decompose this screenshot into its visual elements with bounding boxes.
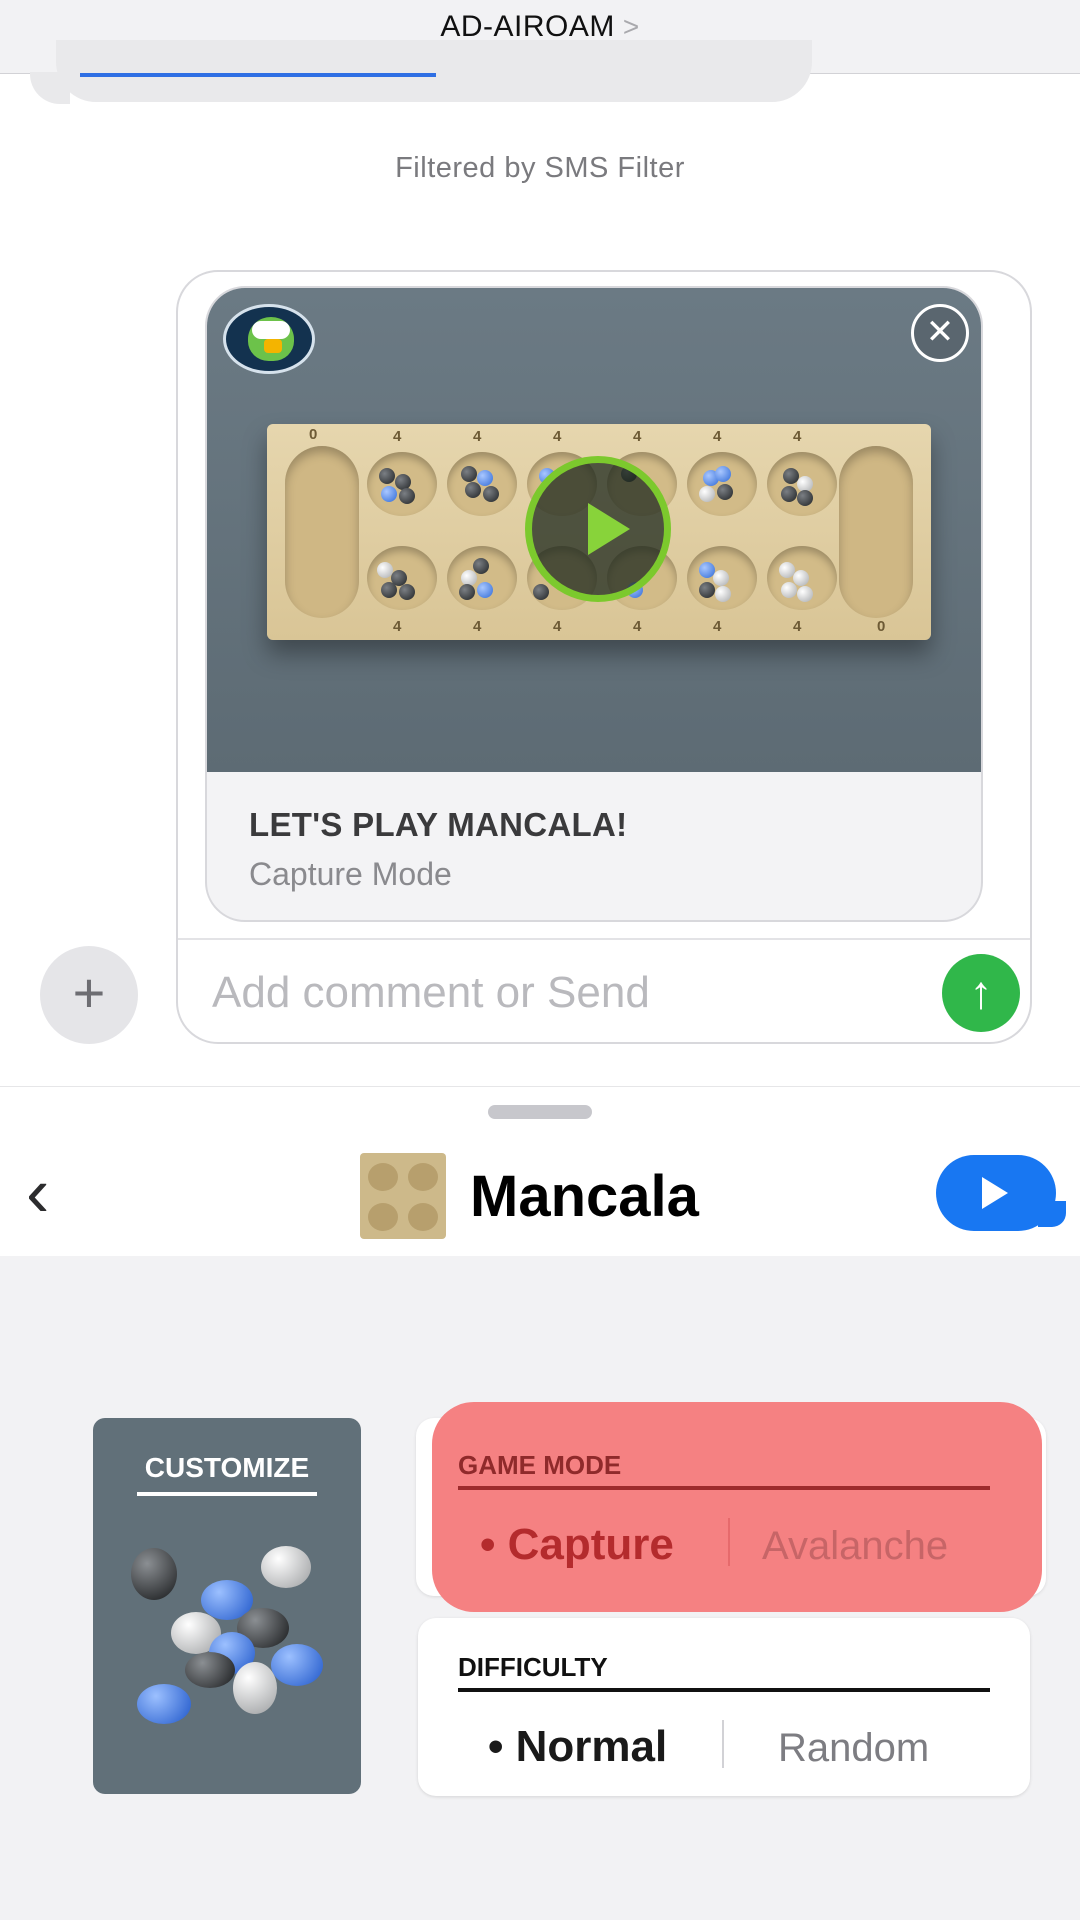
game-mode-separator: [728, 1518, 730, 1566]
stone: [699, 486, 715, 502]
difficulty-selector[interactable]: DIFFICULTY • Normal Random: [418, 1618, 1030, 1796]
left-store: [285, 446, 359, 618]
plus-icon[interactable]: +: [40, 946, 138, 1044]
pebble: [131, 1548, 177, 1600]
store-count: 0: [877, 618, 886, 635]
difficulty-option-normal[interactable]: • Normal: [488, 1722, 667, 1772]
stone: [781, 582, 797, 598]
app-thumbnail: [360, 1153, 446, 1239]
stone: [381, 486, 397, 502]
game-mode-selector[interactable]: GAME MODE • Capture Avalanche: [432, 1402, 1042, 1612]
app-title: Mancala: [470, 1164, 699, 1229]
pit-count: 4: [473, 618, 482, 635]
chevron-right-icon: >: [622, 11, 640, 42]
stone: [715, 466, 731, 482]
pit-count: 4: [793, 618, 802, 635]
stone: [715, 586, 731, 602]
pit-count: 4: [553, 428, 562, 445]
customize-underline: [137, 1492, 317, 1496]
game-mode-rule: [458, 1486, 990, 1490]
pebble: [271, 1644, 323, 1686]
pit-count: 4: [713, 428, 722, 445]
stone: [399, 584, 415, 600]
pit-count: 4: [553, 618, 562, 635]
back-chevron-icon[interactable]: ‹: [26, 1157, 49, 1227]
stone: [793, 570, 809, 586]
send-arrow-icon[interactable]: ↑: [942, 954, 1020, 1032]
app-drawer-header: ‹ Mancala: [0, 1086, 1080, 1256]
pebble: [233, 1662, 277, 1714]
stone: [473, 558, 489, 574]
pit-count: 4: [393, 618, 402, 635]
compose-divider: [178, 938, 1030, 940]
stone: [477, 582, 493, 598]
stone: [477, 470, 493, 486]
game-mode-header: GAME MODE: [458, 1450, 622, 1480]
sms-filter-label: Filtered by SMS Filter: [395, 152, 685, 184]
app-badge-icon: [223, 304, 315, 374]
pebble: [185, 1652, 235, 1688]
customize-label: CUSTOMIZE: [144, 1452, 310, 1483]
stone: [379, 468, 395, 484]
message-link[interactable]: [80, 73, 436, 77]
comment-input[interactable]: Add comment or Send: [212, 968, 650, 1018]
card-media[interactable]: ✕ 0 4 4 4 4 4 4 4 4 4 4 4 4 0: [207, 288, 981, 772]
pit: [447, 546, 517, 610]
stone: [797, 490, 813, 506]
pit-count: 4: [713, 618, 722, 635]
pebble: [261, 1546, 311, 1588]
pebble: [137, 1684, 191, 1724]
drawer-grabber[interactable]: [488, 1105, 592, 1119]
stone: [459, 584, 475, 600]
right-store: [839, 446, 913, 618]
close-icon[interactable]: ✕: [911, 304, 969, 362]
game-mode-option-avalanche[interactable]: Avalanche: [762, 1524, 948, 1569]
stone: [797, 586, 813, 602]
difficulty-separator: [722, 1720, 724, 1768]
imessage-send-icon[interactable]: [936, 1155, 1066, 1231]
stone: [465, 482, 481, 498]
stone: [713, 570, 729, 586]
pit-count: 4: [793, 428, 802, 445]
pit-count: 4: [633, 428, 642, 445]
stone: [381, 582, 397, 598]
difficulty-header: DIFFICULTY: [458, 1652, 608, 1682]
stone: [533, 584, 549, 600]
game-invite-card[interactable]: ✕ 0 4 4 4 4 4 4 4 4 4 4 4 4 0 LET'S PLAY…: [205, 286, 983, 922]
stone: [781, 486, 797, 502]
pit-count: 4: [633, 618, 642, 635]
game-mode-option-capture[interactable]: • Capture: [480, 1520, 674, 1570]
incoming-message-bubble[interactable]: [56, 40, 812, 102]
pit-count: 4: [473, 428, 482, 445]
stone: [717, 484, 733, 500]
difficulty-option-random[interactable]: Random: [778, 1726, 929, 1771]
stone: [699, 582, 715, 598]
card-title: LET'S PLAY MANCALA!: [249, 806, 628, 843]
pit-count: 4: [393, 428, 402, 445]
stone: [483, 486, 499, 502]
store-count: 0: [309, 426, 318, 443]
contact-name[interactable]: AD-AIROAM >: [0, 10, 1080, 44]
play-icon[interactable]: [525, 456, 671, 602]
difficulty-rule: [458, 1688, 990, 1692]
stone: [399, 488, 415, 504]
card-subtitle: Capture Mode: [249, 856, 452, 892]
customize-button[interactable]: CUSTOMIZE: [93, 1418, 361, 1794]
stone: [461, 466, 477, 482]
